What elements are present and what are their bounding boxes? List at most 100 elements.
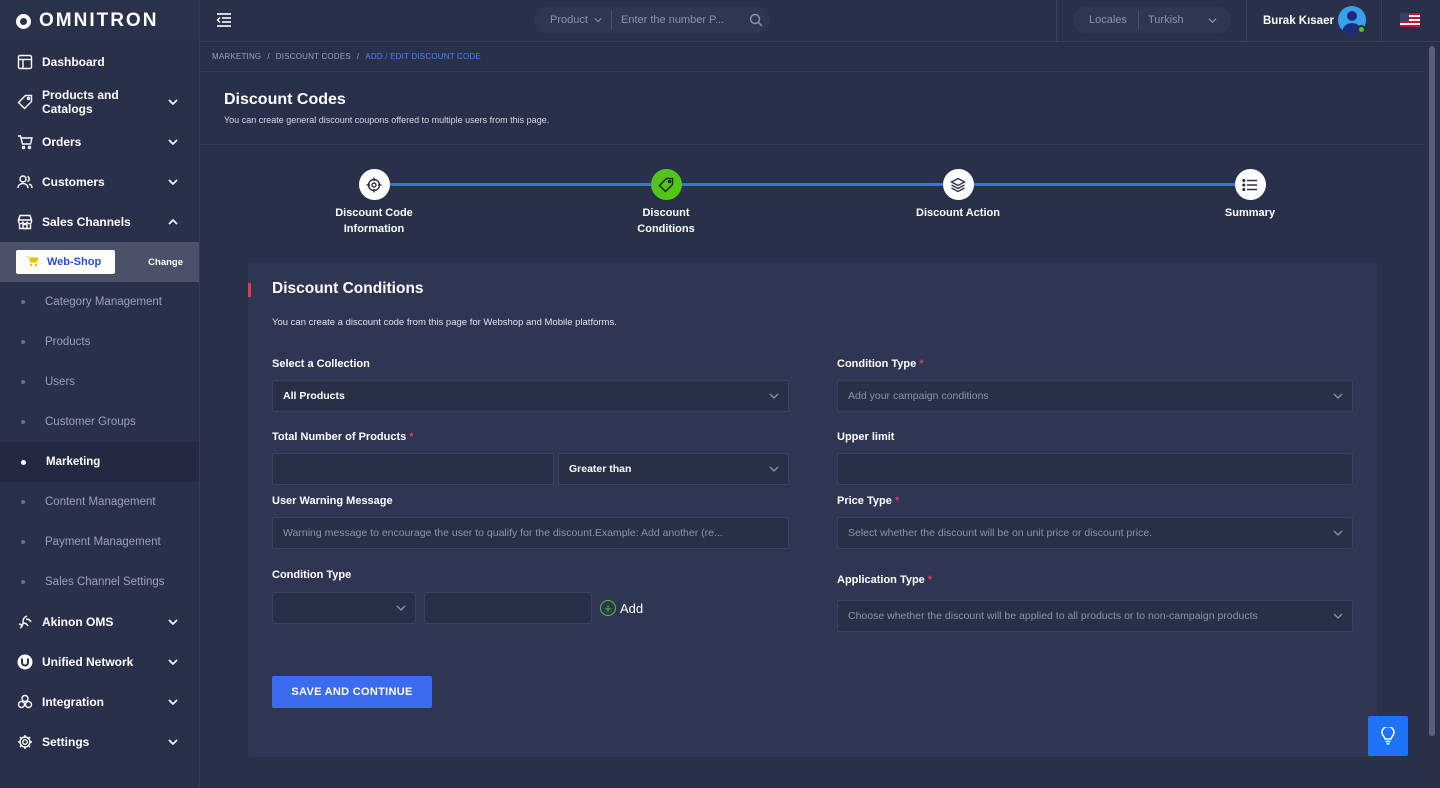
price-type-label: Price Type *: [837, 495, 900, 507]
condition-type-select[interactable]: [272, 592, 416, 624]
warning-message-input[interactable]: Warning message to encourage the user to…: [272, 517, 789, 549]
sidebar-subitem-sales-channel-settings[interactable]: Sales Channel Settings: [0, 562, 199, 602]
tag-icon: [16, 93, 34, 111]
search-input[interactable]: Enter the number P...: [612, 14, 742, 26]
sidebar-subitem-users[interactable]: Users: [0, 362, 199, 402]
application-type-placeholder: Choose whether the discount will be appl…: [848, 610, 1258, 622]
scrollbar[interactable]: [1424, 42, 1440, 788]
channel-pill[interactable]: Web-Shop: [16, 250, 115, 274]
locales-label: Locales: [1073, 11, 1139, 29]
sidebar-subitem-marketing[interactable]: Marketing: [0, 442, 199, 482]
tag-icon: [650, 169, 682, 200]
step-label: Summary: [1224, 207, 1276, 219]
sidebar-subitem-content-management[interactable]: Content Management: [0, 482, 199, 522]
application-type-label: Application Type *: [837, 574, 933, 586]
sidebar-item-unified-network[interactable]: Unified Network: [0, 642, 199, 682]
sidebar-item-sales-channels[interactable]: Sales Channels: [0, 202, 199, 242]
sidebar-subitem-label: Sales Channel Settings: [45, 576, 165, 588]
breadcrumb-separator: /: [356, 52, 360, 61]
collection-select[interactable]: All Products: [272, 380, 789, 412]
lightbulb-icon: [1381, 727, 1395, 745]
bullet-icon: [21, 580, 25, 584]
locale-value: Turkish: [1148, 14, 1184, 26]
sidebar-subitem-products[interactable]: Products: [0, 322, 199, 362]
divider: [1381, 0, 1382, 42]
step-summary[interactable]: Summary: [1160, 169, 1340, 221]
sidebar-item-dashboard[interactable]: Dashboard: [0, 42, 199, 82]
bullet-icon: [21, 540, 25, 544]
network-logo-icon: [16, 653, 34, 671]
campaign-condition-select[interactable]: Add your campaign conditions: [837, 380, 1353, 412]
breadcrumb-item[interactable]: MARKETING: [212, 52, 261, 61]
add-condition-button[interactable]: + Add: [600, 600, 643, 616]
step-discount-action[interactable]: Discount Action: [868, 169, 1048, 221]
breadcrumb-item[interactable]: DISCOUNT CODES: [276, 52, 351, 61]
sidebar-subitem-customer-groups[interactable]: Customer Groups: [0, 402, 199, 442]
page-subtitle: You can create general discount coupons …: [224, 115, 550, 125]
users-icon: [16, 173, 34, 191]
application-type-select[interactable]: Choose whether the discount will be appl…: [837, 600, 1353, 632]
bullet-icon: [21, 500, 25, 504]
cart-icon: [16, 133, 34, 151]
chevron-down-icon: [1333, 613, 1343, 619]
step-discount-code-information[interactable]: Discount Code Information: [284, 169, 464, 237]
discount-conditions-card: Discount Conditions You can create a dis…: [248, 262, 1377, 757]
comparison-value: Greater than: [569, 463, 632, 475]
integration-icon: [16, 693, 34, 711]
sidebar-item-akinon-oms[interactable]: Akinon OMS: [0, 602, 199, 642]
condition-value-input[interactable]: [424, 592, 592, 624]
sidebar-subitem-label: Content Management: [45, 496, 156, 508]
list-icon: [1234, 169, 1266, 200]
logo-text: OMNITRON: [39, 10, 159, 31]
scrollbar-thumb[interactable]: [1429, 46, 1435, 736]
comparison-select[interactable]: Greater than: [558, 453, 789, 485]
breadcrumb-separator: /: [267, 52, 270, 61]
plus-circle-icon: +: [600, 600, 616, 616]
step-discount-conditions[interactable]: Discount Conditions: [576, 169, 756, 237]
price-type-select[interactable]: Select whether the discount will be on u…: [837, 517, 1353, 549]
app-logo[interactable]: OMNITRON: [0, 0, 199, 42]
search-bar: Product Enter the number P...: [534, 6, 770, 34]
dashboard-icon: [16, 53, 34, 71]
user-name[interactable]: Burak Kısaer: [1263, 0, 1334, 42]
chevron-down-icon: [168, 139, 178, 146]
menu-toggle-icon[interactable]: [216, 13, 232, 27]
locale-selector[interactable]: Locales Turkish: [1073, 6, 1231, 34]
chevron-down-icon: [168, 179, 178, 186]
sidebar-subitem-label: Users: [45, 376, 76, 388]
step-label-line2: Information: [343, 223, 405, 235]
sidebar-subitem-payment-management[interactable]: Payment Management: [0, 522, 199, 562]
sidebar-item-integration[interactable]: Integration: [0, 682, 199, 722]
bullet-icon: [21, 420, 25, 424]
chevron-down-icon: [168, 659, 178, 666]
flag-icon[interactable]: [1400, 13, 1420, 27]
search-icon[interactable]: [742, 13, 770, 27]
chevron-down-icon: [1333, 393, 1343, 399]
section-accent-bar: [248, 283, 251, 297]
step-label-line2: Conditions: [637, 223, 695, 235]
save-and-continue-button[interactable]: SAVE AND CONTINUE: [272, 676, 432, 708]
help-button[interactable]: [1368, 716, 1408, 756]
sidebar-item-label: Sales Channels: [42, 215, 131, 229]
upper-limit-input[interactable]: [837, 453, 1353, 485]
sidebar-item-products-and-catalogs[interactable]: Products and Catalogs: [0, 82, 199, 122]
page-header: Discount Codes You can create general di…: [200, 72, 1424, 145]
layers-icon: [942, 169, 974, 200]
search-type-select[interactable]: Product: [534, 11, 612, 29]
total-products-label: Total Number of Products *: [272, 431, 414, 443]
breadcrumb-current: ADD / EDIT DISCOUNT CODE: [365, 52, 481, 61]
logo-ring-icon: [16, 13, 31, 29]
sidebar-item-label: Dashboard: [42, 55, 105, 69]
step-label-line1: Discount Code: [335, 207, 413, 219]
sidebar-item-settings[interactable]: Settings: [0, 722, 199, 762]
sidebar-subitem-category-management[interactable]: Category Management: [0, 282, 199, 322]
sidebar-item-orders[interactable]: Orders: [0, 122, 199, 162]
sidebar-item-label: Integration: [42, 695, 104, 709]
total-products-input[interactable]: [272, 453, 554, 485]
sidebar-item-customers[interactable]: Customers: [0, 162, 199, 202]
sidebar-subitem-label: Category Management: [45, 296, 162, 308]
warning-message-label: User Warning Message: [272, 495, 393, 507]
sidebar-subitem-label: Marketing: [46, 456, 101, 468]
channel-selector: Web-Shop Change: [0, 242, 199, 282]
change-channel-button[interactable]: Change: [148, 257, 183, 268]
